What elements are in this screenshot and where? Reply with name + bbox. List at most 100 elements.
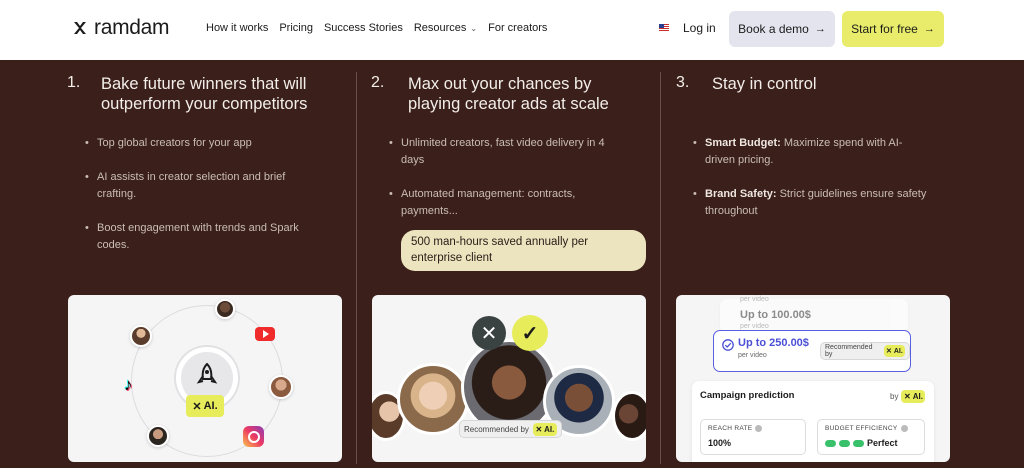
step-title-line: Bake future winners that will (101, 75, 307, 93)
price-tier-selected[interactable]: Up to 250.00$ per video Recommended by ✕… (713, 330, 911, 372)
list-item-bold: Brand Safety: (705, 188, 777, 200)
ai-logo-icon: ✕ (535, 424, 543, 434)
list-item-text: Automated management: contracts, (401, 188, 576, 200)
list-item-text: Unlimited creators, fast video delivery … (401, 137, 605, 149)
prediction-by: by ✕ AI. (890, 390, 926, 403)
metric-label: REACH RATE (708, 425, 763, 432)
budget-label: BUDGET EFFICIENCY (825, 425, 898, 432)
nav-how-it-works[interactable]: How it works (206, 22, 268, 34)
arrow-right-icon: → (814, 23, 826, 35)
list-item: Automated management: contracts, payments… (389, 186, 649, 220)
x-icon[interactable]: ✕ (472, 316, 506, 350)
list-item: Unlimited creators, fast video delivery … (389, 135, 649, 169)
step-title-line: Stay in control (712, 75, 817, 93)
price-value: Up to 250.00$ (738, 337, 809, 349)
recommended-badge: Recommended by ✕ AI. (459, 420, 562, 438)
ai-badge: ✕ AI. (186, 395, 224, 417)
site-header: ramdam How it works Pricing Success Stor… (0, 0, 1024, 60)
ai-badge-label: AI. (203, 400, 218, 412)
list-item-text: AI assists in creator selection and brie… (97, 171, 286, 183)
budget-value: Perfect (867, 438, 898, 448)
login-link[interactable]: Log in (683, 21, 716, 35)
ramdam-logo[interactable]: ramdam (72, 16, 170, 40)
ai-logo-icon: ✕ (885, 348, 892, 355)
list-item-text: Strict guidelines ensure safety (776, 188, 927, 200)
nav-for-creators[interactable]: For creators (488, 22, 547, 34)
nav-resources-label: Resources (413, 22, 467, 34)
nav-pricing[interactable]: Pricing (279, 22, 313, 34)
ai-badge-label: AI. (912, 392, 923, 401)
ai-badge: ✕ AI. (532, 422, 557, 436)
efficiency-pill (853, 439, 864, 447)
stat-callout: 500 man-hours saved annually per enterpr… (401, 230, 646, 271)
rocket-icon (196, 363, 218, 384)
ai-badge-label: AI. (544, 424, 555, 434)
recommended-label: Recommended by (464, 424, 529, 434)
tiktok-icon: ♪ (124, 375, 133, 394)
creator-selection-card: ✕ ✓ Recommended by ✕ AI. (372, 295, 646, 462)
list-item-text: crafting. (97, 188, 137, 200)
list-item-text: Top global creators for your app (97, 137, 252, 149)
step-number: 2. (371, 74, 385, 91)
arrow-right-icon: → (923, 23, 935, 35)
column-divider (660, 72, 661, 464)
youtube-icon (255, 327, 275, 341)
column-divider (356, 72, 357, 464)
callout-text: 500 man-hours saved annually per (411, 236, 589, 248)
budget-value-row: Perfect (825, 438, 898, 448)
logo-icon (74, 22, 86, 34)
step-title-line: outperform your competitors (101, 95, 308, 113)
pricing-card: per video Up to 100.00$ per video Up to … (676, 295, 950, 462)
list-item: AI assists in creator selection and brie… (85, 169, 345, 203)
list-item: Brand Safety: Strict guidelines ensure s… (693, 186, 953, 220)
budget-efficiency-metric: BUDGET EFFICIENCY Perfect (817, 419, 925, 455)
ai-badge: ✕ AI. (901, 390, 926, 403)
creator-network-card: ♪ ✕ AI. (68, 295, 342, 462)
reach-label: REACH RATE (708, 425, 753, 432)
step-number: 3. (676, 74, 690, 91)
per-video-label: per video (738, 352, 767, 359)
book-demo-button[interactable]: Book a demo → (729, 11, 835, 47)
info-icon[interactable] (900, 425, 908, 432)
by-label: by (890, 392, 899, 401)
list-item-text: throughout (705, 205, 758, 217)
list-item-text: driven pricing. (705, 154, 774, 166)
recommended-badge: Recommended by ✕ AI. (820, 342, 910, 360)
creator-avatar (130, 325, 152, 347)
step-title: Max out your chances by playing creator … (408, 74, 609, 114)
list-item-text: days (401, 154, 425, 166)
list-item-text: codes. (97, 239, 130, 251)
list-item: Boost engagement with trends and Spark co… (85, 220, 345, 254)
start-free-button[interactable]: Start for free → (842, 11, 944, 47)
creator-photo (612, 391, 646, 441)
logo-text: ramdam (94, 16, 170, 39)
prediction-title: Campaign prediction (700, 390, 795, 401)
feature-list: Unlimited creators, fast video delivery … (389, 135, 649, 237)
check-icon[interactable]: ✓ (512, 315, 548, 351)
step-title: Stay in control (712, 74, 817, 94)
info-icon[interactable] (755, 425, 763, 432)
step-title-line: Max out your chances by (408, 75, 592, 93)
list-item-bold: Smart Budget: (705, 137, 781, 149)
nav-resources[interactable]: Resources ⌄ (414, 22, 477, 34)
creator-avatar (215, 299, 235, 319)
main-nav: How it works Pricing Success Stories Res… (206, 22, 558, 34)
ai-badge-label: AI. (893, 347, 903, 355)
list-item: Smart Budget: Maximize spend with AI-dri… (693, 135, 953, 169)
reach-value: 100% (708, 438, 732, 448)
nav-success-stories[interactable]: Success Stories (324, 22, 403, 34)
step-title: Bake future winners that will outperform… (101, 74, 307, 114)
metric-label: BUDGET EFFICIENCY (825, 425, 908, 432)
price-tier[interactable]: per video Up to 100.00$ per video (720, 296, 908, 333)
list-item: Top global creators for your app (85, 135, 345, 152)
feature-list: Smart Budget: Maximize spend with AI-dri… (693, 135, 953, 237)
step-number: 1. (67, 74, 81, 91)
ai-logo-icon: ✕ (903, 392, 911, 401)
check-circle-icon (722, 339, 734, 351)
recommended-label: Recommended by (825, 344, 873, 358)
efficiency-pill (839, 439, 850, 447)
book-demo-label: Book a demo (738, 22, 809, 36)
list-item-text: Boost engagement with trends and Spark (97, 222, 299, 234)
us-flag-icon[interactable] (659, 24, 669, 32)
ai-badge: ✕ AI. (883, 345, 905, 357)
